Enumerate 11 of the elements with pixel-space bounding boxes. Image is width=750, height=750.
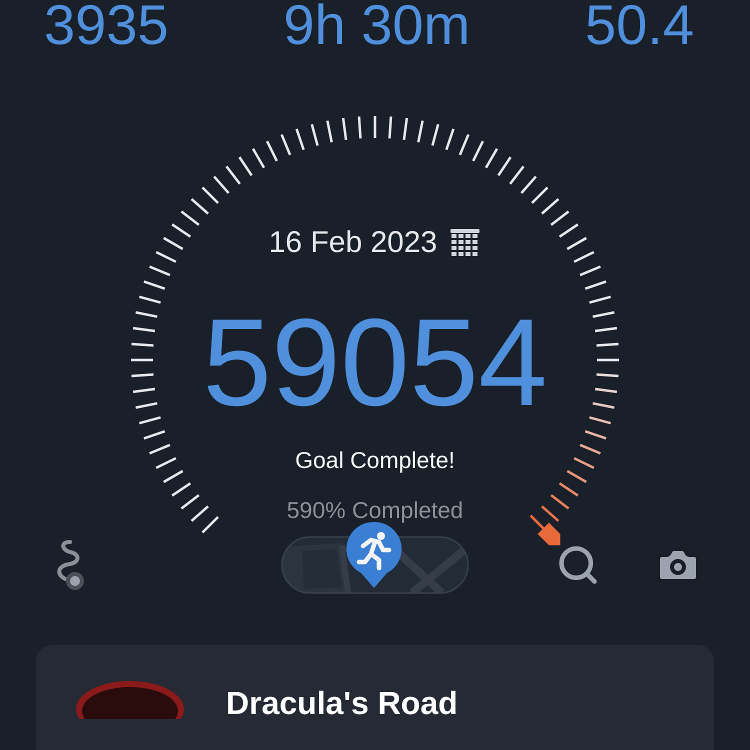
step-count: 59054 [202, 301, 548, 425]
stat-value: 3935 [44, 0, 169, 53]
progress-marker [530, 514, 560, 546]
goal-status: Goal Complete! [295, 447, 455, 473]
card-title: Dracula's Road [226, 684, 458, 723]
stat-value: 50.4 [585, 0, 694, 53]
stat-value: 9h 30m [283, 0, 470, 53]
date-label[interactable]: 16 Feb 2023 [268, 225, 438, 261]
route-card[interactable]: Dracula's Road [36, 644, 714, 750]
percent-completed: 590% Completed [286, 497, 464, 523]
calendar-icon[interactable] [449, 228, 482, 258]
